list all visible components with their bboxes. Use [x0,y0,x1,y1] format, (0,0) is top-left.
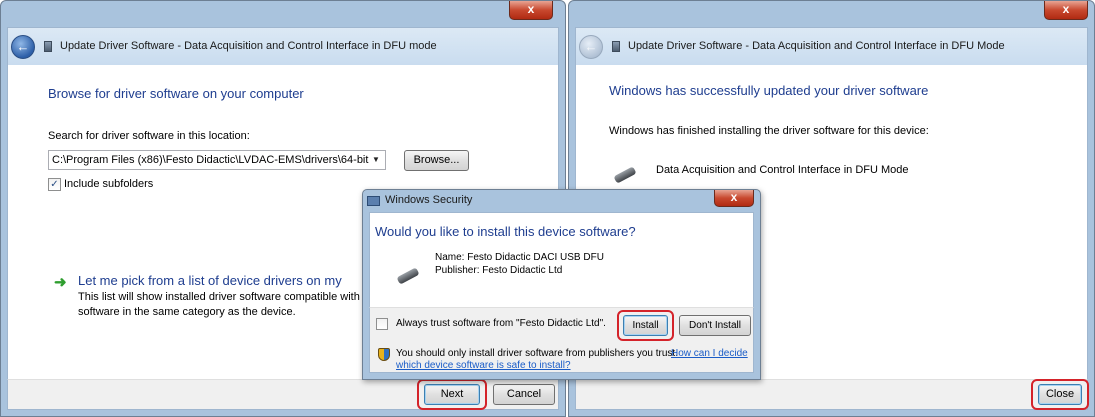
include-subfolders-label: Include subfolders [64,178,154,190]
next-button[interactable]: Next [424,384,480,405]
security-icon [367,196,380,206]
browse-button[interactable]: Browse... [404,150,469,171]
finished-message: Windows has finished installing the driv… [609,125,929,137]
software-name: Name: Festo Didactic DACI USB DFU [435,252,604,263]
driver-icon [612,41,620,52]
chevron-down-icon[interactable]: ▼ [369,151,383,169]
include-subfolders-checkbox[interactable]: ✓ [48,178,61,191]
device-name: Data Acquisition and Control Interface i… [656,164,909,176]
success-heading: Windows has successfully updated your dr… [609,83,929,98]
window-header: ← Update Driver Software - Data Acquisit… [7,27,559,65]
back-arrow-icon: ← [579,35,603,59]
software-publisher: Publisher: Festo Didactic Ltd [435,265,563,276]
pick-driver-link[interactable]: Let me pick from a list of device driver… [78,273,342,288]
window-title: Update Driver Software - Data Acquisitio… [60,40,437,52]
back-arrow-icon[interactable]: ← [11,35,35,59]
warning-text: You should only install driver software … [396,348,678,359]
pick-driver-description-1: This list will show installed driver sof… [78,291,373,303]
help-link-1[interactable]: How can I decide [671,348,748,359]
dialog-title: Windows Security [385,194,473,206]
help-link-2[interactable]: which device software is safe to install… [396,360,571,371]
cancel-button[interactable]: Cancel [493,384,555,405]
dialog-body: Would you like to install this device so… [369,212,754,307]
pick-driver-description-2: software in the same category as the dev… [78,306,296,318]
search-location-label: Search for driver software in this locat… [48,130,250,142]
close-button[interactable]: Close [1038,384,1082,405]
dialog-actions: Always trust software from "Festo Didact… [369,307,754,373]
close-window-button[interactable]: x [1044,1,1088,20]
driver-path-value: C:\Program Files (x86)\Festo Didactic\LV… [52,154,369,166]
close-window-button[interactable]: x [509,1,553,20]
green-arrow-icon: ➜ [54,274,67,291]
always-trust-label: Always trust software from "Festo Didact… [396,318,606,329]
shield-icon [378,348,390,361]
usb-device-icon [396,267,420,285]
wizard-footer: Next Cancel [7,379,559,410]
close-dialog-button[interactable]: x [714,190,754,207]
dont-install-button[interactable]: Don't Install [679,315,751,336]
install-question: Would you like to install this device so… [375,224,636,239]
driver-icon [44,41,52,52]
always-trust-checkbox[interactable] [376,318,388,330]
driver-path-combobox[interactable]: C:\Program Files (x86)\Festo Didactic\LV… [48,150,386,170]
windows-security-dialog: Windows Security x Would you like to ins… [362,189,761,380]
wizard-footer: Close [575,379,1089,410]
window-header: ← Update Driver Software - Data Acquisit… [575,27,1088,65]
install-button[interactable]: Install [623,315,668,336]
window-title: Update Driver Software - Data Acquisitio… [628,40,1005,52]
page-heading: Browse for driver software on your compu… [48,86,304,101]
usb-device-icon [613,166,637,184]
